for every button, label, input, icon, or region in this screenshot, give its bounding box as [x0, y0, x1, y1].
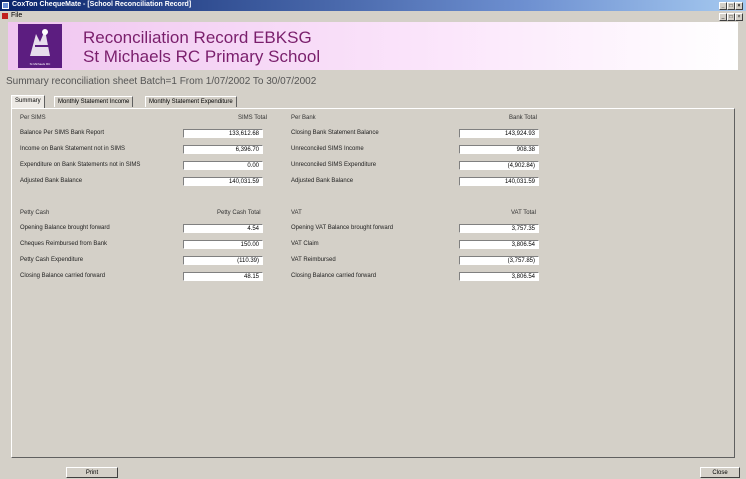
vat-row-label: Closing Balance carried forward [291, 273, 377, 279]
sims-expenditure-field[interactable]: 0.00 [183, 161, 263, 170]
restore-button[interactable]: □ [727, 2, 735, 10]
bank-unreconciled-income-field[interactable]: 908.38 [459, 145, 539, 154]
menu-bar: File _ □ × [0, 11, 746, 21]
close-button[interactable]: Close [700, 467, 740, 478]
child-restore-button[interactable]: □ [727, 13, 735, 21]
bank-heading: Per Bank [291, 115, 316, 121]
bank-row-label: Closing Bank Statement Balance [291, 130, 379, 136]
window-title: CoxTon ChequeMate - [School Reconciliati… [12, 1, 192, 8]
petty-cash-heading: Petty Cash [20, 210, 50, 216]
title-bar: CoxTon ChequeMate - [School Reconciliati… [0, 0, 746, 11]
vat-closing-field[interactable]: 3,806.54 [459, 272, 539, 281]
minimize-button[interactable]: _ [719, 2, 727, 10]
sims-row-label: Expenditure on Bank Statements not in SI… [20, 162, 141, 168]
vat-total-heading: VAT Total [511, 210, 536, 216]
petty-row-label: Cheques Reimbursed from Bank [20, 241, 108, 247]
app-icon [2, 2, 9, 9]
sims-heading: Per SIMS [20, 115, 46, 121]
document-icon [2, 13, 8, 19]
summary-panel: Per SIMS SIMS Total Balance Per SIMS Ban… [11, 108, 735, 458]
bank-row-label: Unreconciled SIMS Expenditure [291, 162, 377, 168]
petty-cash-total-heading: Petty Cash Total [217, 210, 261, 216]
vat-opening-field[interactable]: 3,757.35 [459, 224, 539, 233]
vat-reimbursed-field[interactable]: (3,757.85) [459, 256, 539, 265]
sims-income-field[interactable]: 6,396.70 [183, 145, 263, 154]
sims-balance-field[interactable]: 133,612.68 [183, 129, 263, 138]
vat-row-label: Opening VAT Balance brought forward [291, 225, 394, 231]
vat-row-label: VAT Claim [291, 241, 319, 247]
bank-row-label: Adjusted Bank Balance [291, 178, 354, 184]
tab-monthly-statement-expenditure[interactable]: Monthly Statement Expenditure [145, 96, 237, 107]
bank-closing-field[interactable]: 143,924.93 [459, 129, 539, 138]
sims-row-label: Income on Bank Statement not in SIMS [20, 146, 126, 152]
logo-caption: St Michaels RC [29, 62, 51, 66]
header-banner: St Michaels RC Reconciliation Record EBK… [8, 22, 738, 70]
print-button[interactable]: Print [66, 467, 118, 478]
petty-row-label: Opening Balance brought forward [20, 225, 110, 231]
sims-adjusted-field[interactable]: 140,031.59 [183, 177, 263, 186]
child-minimize-button[interactable]: _ [719, 13, 727, 21]
petty-row-label: Petty Cash Expenditure [20, 257, 84, 263]
bank-unreconciled-expenditure-field[interactable]: (4,902.84) [459, 161, 539, 170]
sims-row-label: Balance Per SIMS Bank Report [20, 130, 105, 136]
tab-summary[interactable]: Summary [11, 95, 45, 108]
school-crest-icon: St Michaels RC [18, 24, 62, 68]
child-close-button[interactable]: × [735, 13, 743, 21]
vat-claim-field[interactable]: 3,806.54 [459, 240, 539, 249]
bank-row-label: Unreconciled SIMS Income [291, 146, 364, 152]
summary-description: Summary reconciliation sheet Batch=1 Fro… [6, 76, 317, 87]
tab-monthly-statement-income[interactable]: Monthly Statement Income [54, 96, 134, 107]
petty-row-label: Closing Balance carried forward [20, 273, 106, 279]
sims-row-label: Adjusted Bank Balance [20, 178, 83, 184]
close-window-button[interactable]: × [735, 2, 743, 10]
vat-row-label: VAT Reimbursed [291, 257, 336, 263]
petty-reimbursed-field[interactable]: 150.00 [183, 240, 263, 249]
school-name: St Michaels RC Primary School [83, 47, 321, 66]
sims-total-heading: SIMS Total [238, 115, 267, 121]
petty-closing-field[interactable]: 48.15 [183, 272, 263, 281]
button-bar: Print Close [0, 466, 746, 479]
page-title: Reconciliation Record EBKSG [83, 28, 312, 47]
menu-file[interactable]: File [11, 12, 22, 19]
petty-expenditure-field[interactable]: (110.39) [183, 256, 263, 265]
bank-total-heading: Bank Total [509, 115, 537, 121]
petty-opening-field[interactable]: 4.54 [183, 224, 263, 233]
bank-adjusted-field[interactable]: 140,031.59 [459, 177, 539, 186]
vat-heading: VAT [291, 210, 302, 216]
